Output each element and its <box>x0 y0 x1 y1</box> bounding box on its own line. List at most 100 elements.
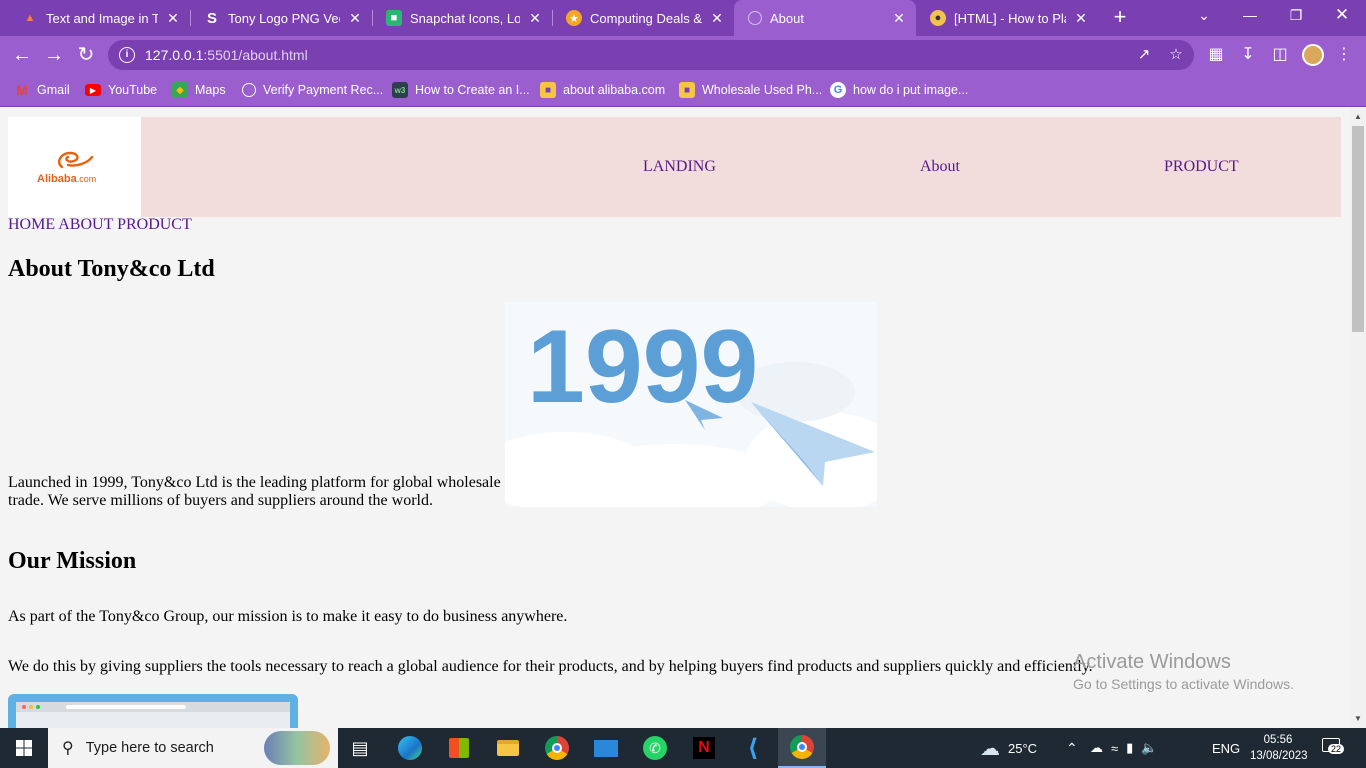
store-icon[interactable] <box>443 732 475 764</box>
bookmark-label: Wholesale Used Ph... <box>702 83 823 97</box>
close-icon[interactable]: ✕ <box>890 10 908 27</box>
whatsapp-icon[interactable]: ✆ <box>639 732 671 764</box>
tab-computing-deals[interactable]: ★ Computing Deals & Offers ✕ <box>552 0 734 36</box>
bookmark-verify-payment[interactable]: Verify Payment Rec... <box>242 81 383 99</box>
folder-icon: ■ <box>540 82 556 98</box>
bookmark-how-to-create[interactable]: w3 How to Create an I... <box>392 81 530 99</box>
clock-time: 05:56 <box>1263 734 1293 746</box>
weather-widget[interactable]: ☁ 25°C <box>980 728 1037 768</box>
w3-icon: w3 <box>392 82 408 98</box>
tab-title: Snapchat Icons, Logos <box>410 10 520 26</box>
tab-about[interactable]: About ✕ <box>734 0 916 36</box>
address-bar[interactable]: i 127.0.0.1:5501/about.html ↗ ☆ <box>108 40 1194 70</box>
bookmark-label: how do i put image... <box>853 83 969 97</box>
subnav-link-about[interactable]: ABOUT <box>58 216 113 233</box>
share-icon[interactable]: ↗ <box>1134 45 1154 65</box>
onedrive-icon[interactable]: ☁ <box>1090 740 1103 756</box>
download-icon[interactable]: ↧ <box>1238 45 1258 65</box>
tab-title: About <box>770 10 804 26</box>
nav-link-product[interactable]: PRODUCT <box>1164 158 1239 176</box>
tab-html-how-to-place[interactable]: ● [HTML] - How to Place ✕ <box>916 0 1098 36</box>
wifi-icon[interactable]: ≈ <box>1111 741 1118 756</box>
edge-icon[interactable] <box>394 732 426 764</box>
notification-center-icon[interactable]: 22 <box>1322 738 1346 758</box>
close-icon[interactable]: ✕ <box>346 10 364 27</box>
battery-icon[interactable]: ▮ <box>1126 740 1133 756</box>
secondary-nav: HOME ABOUT PRODUCT <box>8 216 192 234</box>
windows-taskbar: ⚲ Type here to search ▤ ✆ N ⟨ ☁ 25°C ⌃ ☁… <box>0 728 1366 768</box>
tray-icons: ☁ ≈ ▮ 🔈 <box>1090 728 1157 768</box>
extensions-icon[interactable]: ▦ <box>1206 45 1226 65</box>
alibaba-logo[interactable]: Alibaba.com <box>8 117 141 217</box>
forward-arrow-icon[interactable]: → <box>42 43 66 67</box>
bookmark-maps[interactable]: ◆ Maps <box>172 81 226 99</box>
clock-date: 13/08/2023 <box>1250 750 1308 762</box>
bookmark-how-do-i-put-image[interactable]: G how do i put image... <box>830 81 968 99</box>
tray-chevron-icon[interactable]: ⌃ <box>1066 728 1078 768</box>
restore-button[interactable]: ❐ <box>1276 0 1316 32</box>
page-scrollbar[interactable]: ▲ ▼ <box>1350 108 1366 728</box>
volume-icon[interactable]: 🔈 <box>1141 740 1157 756</box>
address-path: :5501/about.html <box>203 47 308 63</box>
subnav-link-home[interactable]: HOME <box>8 216 55 233</box>
gmail-icon: M <box>16 82 28 98</box>
start-button[interactable] <box>0 728 48 768</box>
bookmark-star-icon[interactable]: ☆ <box>1166 45 1186 65</box>
robot-icon: ● <box>930 10 946 26</box>
mail-icon[interactable] <box>590 732 622 764</box>
tab-title: Text and Image in Tabl <box>46 10 158 26</box>
search-highlight-image <box>264 731 330 765</box>
close-window-button[interactable]: ✕ <box>1322 0 1362 32</box>
bookmarks-bar: M Gmail ▶ YouTube ◆ Maps Verify Payment … <box>0 74 1366 107</box>
close-icon[interactable]: ✕ <box>708 10 726 27</box>
bookmark-label: Verify Payment Rec... <box>263 83 384 97</box>
tab-text-and-image[interactable]: ▲ Text and Image in Tabl ✕ <box>8 0 190 36</box>
scroll-down-arrow-icon[interactable]: ▼ <box>1350 712 1366 726</box>
bookmark-youtube[interactable]: ▶ YouTube <box>85 81 157 99</box>
bookmark-about-alibaba[interactable]: ■ about alibaba.com <box>540 81 665 99</box>
close-icon[interactable]: ✕ <box>1072 10 1090 27</box>
menu-kebab-icon[interactable]: ⋮ <box>1334 45 1354 65</box>
nav-link-landing[interactable]: LANDING <box>643 158 716 176</box>
bookmark-wholesale-used[interactable]: ■ Wholesale Used Ph... <box>679 81 822 99</box>
nav-link-about[interactable]: About <box>920 158 960 176</box>
bookmark-label: Gmail <box>37 83 70 97</box>
page-viewport: Alibaba.com LANDING About PRODUCT HOME A… <box>0 108 1350 728</box>
minimize-button[interactable]: — <box>1230 0 1270 32</box>
new-tab-button[interactable]: + <box>1108 4 1132 30</box>
site-info-icon[interactable]: i <box>119 47 135 63</box>
bookmark-gmail[interactable]: M Gmail <box>14 81 70 99</box>
close-icon[interactable]: ✕ <box>526 10 544 27</box>
file-explorer-icon[interactable] <box>492 732 524 764</box>
tab-snapchat-icons[interactable]: ■ Snapchat Icons, Logos ✕ <box>372 0 552 36</box>
globe-icon <box>748 11 762 25</box>
tab-search-chevron-icon[interactable]: ⌄ <box>1184 0 1224 32</box>
back-arrow-icon[interactable]: ← <box>10 43 34 67</box>
tab-title: Tony Logo PNG Vector <box>228 10 340 26</box>
input-language[interactable]: ENG <box>1212 728 1240 768</box>
reload-icon[interactable]: ↻ <box>74 43 98 67</box>
activate-title: Activate Windows <box>1073 651 1231 673</box>
scroll-up-arrow-icon[interactable]: ▲ <box>1350 110 1366 124</box>
profile-avatar[interactable] <box>1302 44 1324 66</box>
task-view-icon[interactable]: ▤ <box>344 732 376 764</box>
laptop-screen <box>16 702 290 728</box>
close-icon[interactable]: ✕ <box>164 10 182 27</box>
search-icon: ⚲ <box>62 740 74 757</box>
activate-windows-watermark: Activate Windows Go to Settings to activ… <box>1073 651 1294 692</box>
subnav-link-product[interactable]: PRODUCT <box>117 216 192 233</box>
paper-plane-clouds-illustration: 1999 <box>505 309 877 507</box>
site-header: Alibaba.com LANDING About PRODUCT <box>8 117 1341 217</box>
scrollbar-thumb[interactable] <box>1352 126 1364 332</box>
star-badge-icon: ★ <box>566 10 582 26</box>
taskbar-clock[interactable]: 05:56 13/08/2023 <box>1250 732 1308 764</box>
about-heading: About Tony&co Ltd <box>8 256 215 282</box>
netflix-icon[interactable]: N <box>688 732 720 764</box>
chrome-icon[interactable] <box>541 732 573 764</box>
chrome-active-icon[interactable] <box>778 728 826 768</box>
taskbar-search-box[interactable]: ⚲ Type here to search <box>48 728 338 768</box>
tab-tony-logo[interactable]: S Tony Logo PNG Vector ✕ <box>190 0 372 36</box>
weather-temp: 25°C <box>1008 740 1038 756</box>
side-panel-icon[interactable]: ◫ <box>1270 45 1290 65</box>
vscode-icon[interactable]: ⟨ <box>737 732 769 764</box>
